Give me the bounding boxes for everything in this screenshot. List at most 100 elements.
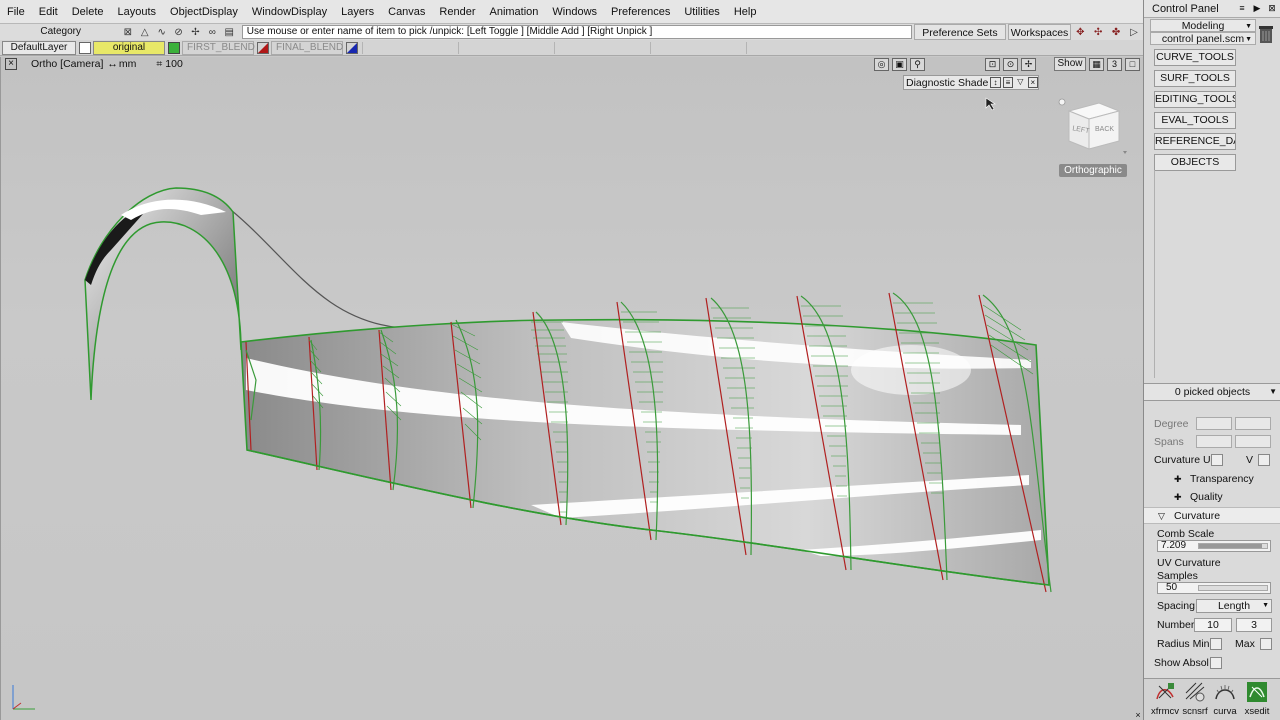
preference-sets-button[interactable]: Preference Sets	[914, 24, 1006, 40]
camera-icon[interactable]: ◎	[874, 57, 889, 71]
menu-help[interactable]: Help	[727, 0, 764, 24]
comb-scale-slider[interactable]: 7.209	[1157, 540, 1271, 552]
menu-objectdisplay[interactable]: ObjectDisplay	[163, 0, 245, 24]
shelf-item-scnsrf[interactable]: scnsrf	[1180, 681, 1210, 719]
pick-more-icon[interactable]: ∞	[204, 25, 221, 39]
panel-file-dropdown[interactable]: control panel.scm ▼	[1150, 32, 1256, 45]
pick-component-icon[interactable]: △	[136, 25, 153, 39]
modeling-viewport[interactable]: × Ortho [Camera] ↔ mm ⌗ 100 ◎ ▣ ⚲ ⊡ ⊙ ✢ …	[0, 57, 1143, 720]
menu-canvas[interactable]: Canvas	[381, 0, 432, 24]
curvature-u-checkbox[interactable]	[1211, 454, 1223, 466]
uv-samples-track[interactable]	[1198, 585, 1268, 591]
menu-windowdisplay[interactable]: WindowDisplay	[245, 0, 334, 24]
look-icon[interactable]: ⊙	[1003, 57, 1018, 71]
snap-tool-icon[interactable]: ✤	[1107, 24, 1125, 40]
menu-animation[interactable]: Animation	[483, 0, 546, 24]
section-quality[interactable]: ✚ Quality	[1144, 489, 1280, 506]
show-button[interactable]: Show	[1054, 57, 1086, 71]
pick-curve-icon[interactable]: ∿	[153, 25, 170, 39]
curvature-v-checkbox[interactable]	[1258, 454, 1270, 466]
prompt-history-icon[interactable]: ▤	[221, 25, 238, 39]
radius-min-checkbox[interactable]	[1210, 638, 1222, 650]
menu-layouts[interactable]: Layouts	[111, 0, 164, 24]
number-u-field[interactable]: 10	[1194, 618, 1232, 632]
comb-scale-track[interactable]	[1198, 543, 1268, 549]
menu-layers[interactable]: Layers	[334, 0, 381, 24]
picked-objects-dropdown[interactable]: 0 picked objects ▼	[1144, 383, 1280, 401]
list-icon[interactable]: ≡	[1002, 77, 1014, 88]
section-transparency[interactable]: ✚ Transparency	[1144, 471, 1280, 488]
screenshot-icon[interactable]: ▣	[892, 57, 907, 71]
tab-editing-tools[interactable]: EDITING_TOOLS	[1154, 91, 1236, 108]
tab-reference-data[interactable]: REFERENCE_DATA	[1154, 133, 1236, 150]
pick-tool-icon[interactable]: ✥	[1071, 24, 1089, 40]
scroll-right-icon[interactable]: ▷	[1125, 24, 1143, 40]
zoom-icon[interactable]: ⚲	[910, 57, 925, 71]
spans-row: Spans	[1144, 434, 1280, 450]
layout-icon[interactable]: ▦	[1089, 57, 1104, 71]
pick-object-icon[interactable]: ⊠	[119, 25, 136, 39]
layer-default[interactable]: DefaultLayer	[2, 40, 76, 55]
menu-file[interactable]: File	[0, 0, 32, 24]
shelf-item-xfrmcv[interactable]: xfrmcv	[1150, 681, 1180, 719]
number-v-field[interactable]: 3	[1236, 618, 1272, 632]
spacing-dropdown[interactable]: Length ▼	[1196, 599, 1272, 613]
menu-icon[interactable]: ≡	[1236, 2, 1248, 14]
menu-utilities[interactable]: Utilities	[677, 0, 726, 24]
trash-icon[interactable]	[1258, 24, 1274, 44]
number-label: Number	[1157, 619, 1195, 631]
shelf-item-xsedit[interactable]: xsedit	[1242, 681, 1272, 719]
prompt-line[interactable]: Use mouse or enter name of item to pick …	[241, 25, 913, 39]
specular-highlight	[851, 345, 971, 395]
quad-icon[interactable]: 3	[1107, 57, 1122, 71]
chevron-down-icon[interactable]: ▽	[1015, 77, 1025, 88]
layer-first-blend[interactable]: FIRST_BLEND	[182, 40, 255, 55]
tab-objects[interactable]: OBJECTS	[1154, 154, 1236, 171]
workspaces-button[interactable]: Workspaces	[1007, 24, 1072, 40]
layer-default-state-box[interactable]	[79, 41, 91, 54]
layer-final-blend-color-swatch[interactable]	[346, 41, 358, 54]
tab-curve-tools[interactable]: CURVE_TOOLS	[1154, 49, 1236, 66]
expand-icon[interactable]: ▶	[1251, 2, 1263, 14]
viewport-close-icon[interactable]: ×	[5, 58, 17, 70]
mode-dropdown[interactable]: Modeling ▼	[1150, 19, 1256, 32]
pick-cv-icon[interactable]: ✢	[187, 25, 204, 39]
move-tool-icon[interactable]: ✣	[1089, 24, 1107, 40]
menu-delete[interactable]: Delete	[65, 0, 111, 24]
category-dropdown[interactable]: Category	[2, 25, 119, 39]
shelf-item-curva[interactable]: curva	[1210, 681, 1240, 719]
layer-original[interactable]: original	[93, 40, 165, 55]
move-icon[interactable]: ✢	[1021, 57, 1036, 71]
uv-samples-slider[interactable]: 50	[1157, 582, 1271, 594]
show-absolute-checkbox[interactable]	[1210, 657, 1222, 669]
layer-original-color-swatch[interactable]	[168, 41, 180, 54]
close-icon[interactable]: ⊠	[1266, 2, 1278, 14]
section-curvature[interactable]: ▽ Curvature	[1144, 507, 1280, 524]
comb-scale-label: Comb Scale	[1157, 528, 1215, 540]
pin-icon[interactable]: ↕	[990, 77, 1001, 88]
layer-final-blend[interactable]: FINAL_BLEND	[271, 40, 343, 55]
menu-preferences[interactable]: Preferences	[604, 0, 677, 24]
section-curvature-label: Curvature	[1174, 510, 1221, 522]
expand-arrow-icon: ✚	[1174, 474, 1182, 484]
curvature-uv-row: Curvature U V	[1144, 452, 1280, 468]
units-arrow-icon: ↔	[107, 58, 118, 70]
diagnostic-shade-panel[interactable]: Diagnostic Shade ↕ ≡ ▽ ×	[903, 75, 1039, 90]
viewport-corner-close-icon[interactable]: ×	[1133, 710, 1143, 720]
menu-edit[interactable]: Edit	[32, 0, 65, 24]
radius-max-checkbox[interactable]	[1260, 638, 1272, 650]
viewport-title[interactable]: Ortho [Camera]	[31, 58, 103, 70]
mouse-cursor	[985, 97, 996, 111]
tab-surf-tools[interactable]: SURF_TOOLS	[1154, 70, 1236, 87]
projection-label[interactable]: Orthographic	[1059, 164, 1127, 177]
menu-windows[interactable]: Windows	[545, 0, 604, 24]
max-icon[interactable]: □	[1125, 57, 1140, 71]
tab-eval-tools[interactable]: EVAL_TOOLS	[1154, 112, 1236, 129]
close-icon[interactable]: ×	[1027, 77, 1038, 88]
transform-cv-icon	[1156, 683, 1174, 700]
scene-canvas[interactable]	[1, 57, 1143, 720]
pick-point-icon[interactable]: ⊘	[170, 25, 187, 39]
menu-render[interactable]: Render	[432, 0, 482, 24]
layer-first-blend-color-swatch[interactable]	[257, 41, 269, 54]
frame-icon[interactable]: ⊡	[985, 57, 1000, 71]
